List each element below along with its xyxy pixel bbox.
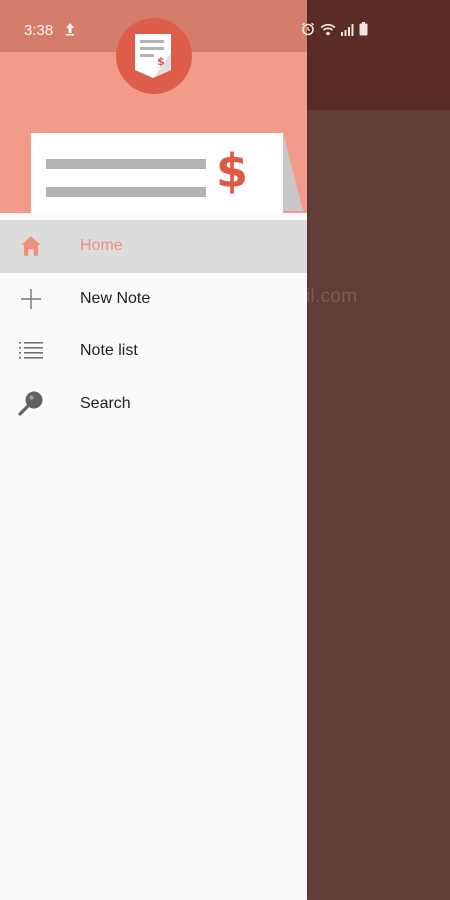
menu-item-home[interactable]: Home: [0, 220, 307, 273]
receipt-line: [46, 159, 206, 169]
menu-item-new-note[interactable]: New Note: [0, 273, 307, 326]
drawer-menu: Home New Note Note list Search: [0, 220, 307, 430]
svg-text:$: $: [157, 55, 165, 68]
menu-item-search[interactable]: Search: [0, 378, 307, 431]
list-icon: [17, 337, 45, 365]
home-icon: [17, 232, 45, 260]
menu-item-note-list[interactable]: Note list: [0, 325, 307, 378]
app-logo: $: [116, 18, 192, 94]
drawer-header: $ $: [0, 0, 307, 213]
menu-item-label: New Note: [80, 289, 151, 307]
menu-item-label: Note list: [80, 342, 138, 360]
background-partial-text: il.com: [306, 286, 358, 307]
receipt-line: [46, 187, 206, 197]
menu-item-label: Search: [80, 394, 131, 412]
screen: il.com $ $ Home New Note Note list Searc…: [0, 0, 450, 900]
receipt-fold: [283, 133, 303, 211]
menu-item-label: Home: [80, 237, 123, 255]
navigation-drawer: $ $ Home New Note Note list Search: [0, 0, 307, 900]
dollar-symbol: $: [216, 144, 249, 198]
search-icon: [17, 390, 45, 418]
plus-icon: [17, 285, 45, 313]
receipt-dollar-icon: $: [135, 34, 171, 78]
